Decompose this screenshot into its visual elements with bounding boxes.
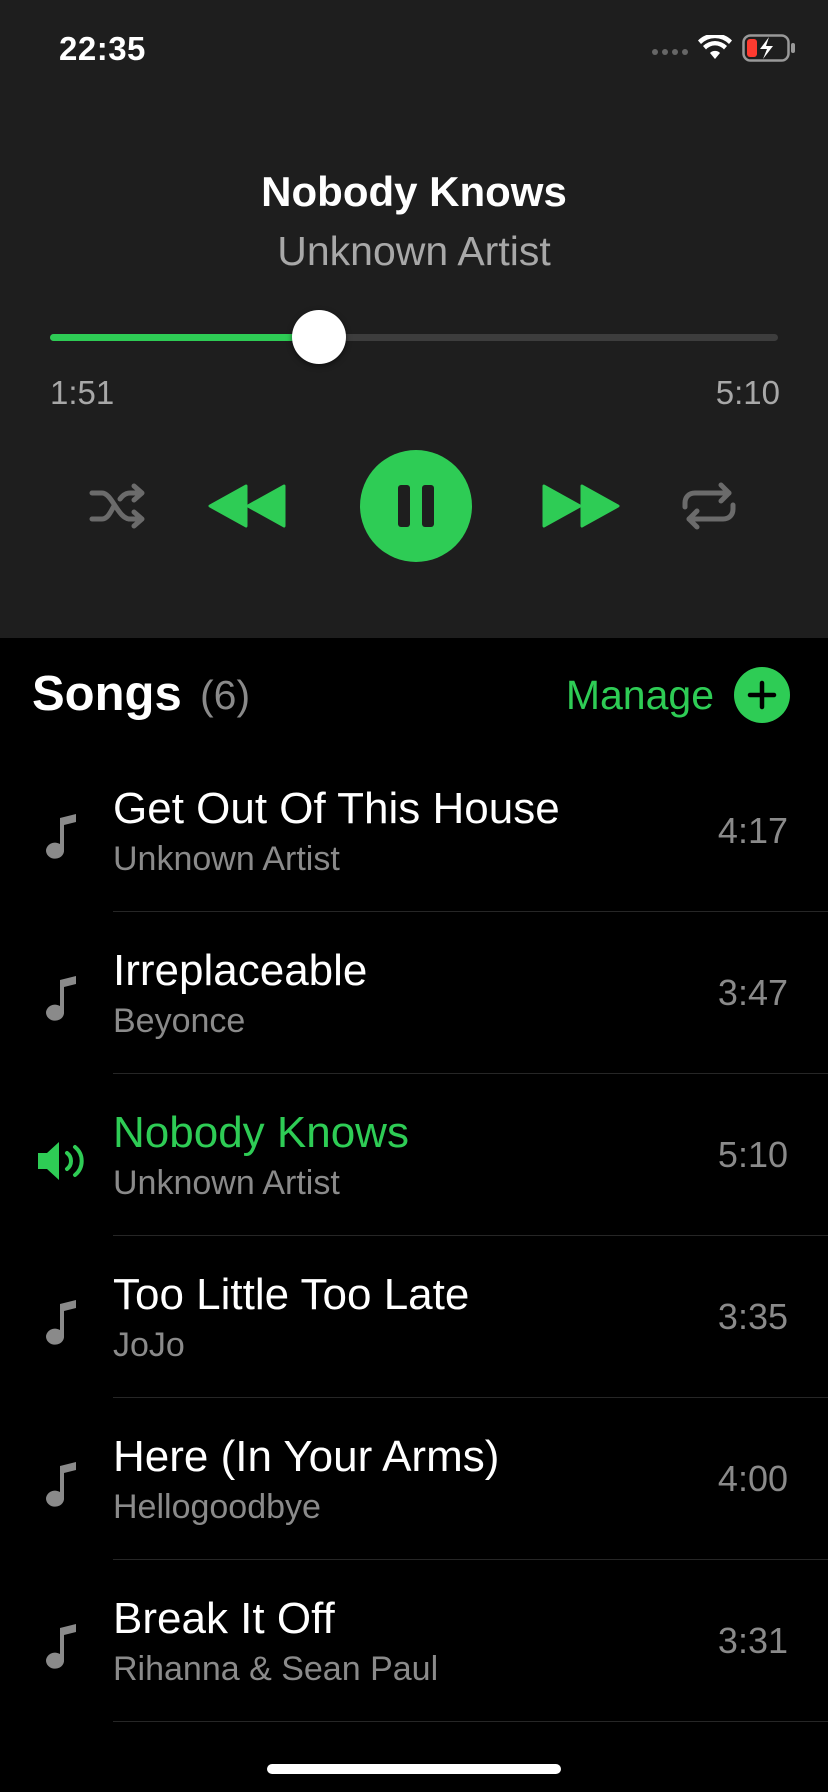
fast-forward-icon xyxy=(542,484,620,528)
song-artist: Unknown Artist xyxy=(113,840,340,878)
song-row[interactable]: Nobody Knows Unknown Artist 5:10 xyxy=(0,1074,828,1236)
song-icon xyxy=(34,970,92,1028)
rewind-icon xyxy=(208,484,286,528)
song-icon xyxy=(34,1294,92,1352)
music-note-icon xyxy=(46,814,76,859)
total-time: 5:10 xyxy=(715,374,780,411)
song-duration: 3:31 xyxy=(717,1620,788,1661)
status-icons xyxy=(652,34,796,62)
song-title: Break It Off xyxy=(113,1594,335,1643)
song-row[interactable]: Irreplaceable Beyonce 3:47 xyxy=(0,912,828,1074)
song-icon xyxy=(34,1456,92,1514)
song-duration: 5:10 xyxy=(717,1134,788,1175)
song-icon xyxy=(34,808,92,866)
song-title: Too Little Too Late xyxy=(113,1270,470,1319)
song-title: Get Out Of This House xyxy=(113,784,560,833)
music-note-icon xyxy=(46,1462,76,1507)
scrubber-knob[interactable] xyxy=(292,310,347,364)
song-icon xyxy=(34,1618,92,1676)
song-artist: JoJo xyxy=(113,1326,185,1364)
progress-fill xyxy=(50,334,320,341)
song-row[interactable]: Too Little Too Late JoJo 3:35 xyxy=(0,1236,828,1398)
now-playing-panel: 22:35 Nobody Knows Unknown Artist 1:51 5… xyxy=(0,0,828,638)
song-list: Get Out Of This House Unknown Artist 4:17 I… xyxy=(0,750,828,1722)
song-icon xyxy=(34,1132,92,1190)
playback-scrubber[interactable] xyxy=(50,310,778,364)
shuffle-button[interactable] xyxy=(86,476,152,536)
music-note-icon xyxy=(46,1624,76,1669)
song-title: Here (In Your Arms) xyxy=(113,1432,500,1481)
song-row[interactable]: Get Out Of This House Unknown Artist 4:17 xyxy=(0,750,828,912)
elapsed-time: 1:51 xyxy=(50,374,115,411)
song-duration: 3:35 xyxy=(717,1296,788,1337)
music-note-icon xyxy=(46,1300,76,1345)
pause-button[interactable] xyxy=(360,450,472,562)
speaker-icon xyxy=(38,1142,84,1180)
previous-button[interactable] xyxy=(208,476,288,536)
song-duration: 4:17 xyxy=(717,810,788,851)
song-title: Irreplaceable xyxy=(113,946,368,995)
song-row[interactable]: Break It Off Rihanna & Sean Paul 3:31 xyxy=(0,1560,828,1722)
repeat-icon xyxy=(682,482,736,530)
now-playing-artist: Unknown Artist xyxy=(277,228,551,274)
plus-icon xyxy=(747,680,777,710)
shuffle-icon xyxy=(89,483,145,529)
song-artist: Beyonce xyxy=(113,1002,246,1040)
manage-button[interactable]: Manage xyxy=(566,672,714,719)
home-indicator[interactable] xyxy=(267,1764,561,1774)
row-divider xyxy=(113,1721,828,1722)
pause-icon xyxy=(398,485,434,527)
song-duration: 3:47 xyxy=(717,972,788,1013)
repeat-button[interactable] xyxy=(676,476,742,536)
song-artist: Rihanna & Sean Paul xyxy=(113,1650,439,1688)
music-note-icon xyxy=(46,976,76,1021)
signal-dots-icon xyxy=(652,49,688,55)
song-title: Nobody Knows xyxy=(113,1108,409,1157)
song-row[interactable]: Here (In Your Arms) Hellogoodbye 4:00 xyxy=(0,1398,828,1560)
songs-count: (6) xyxy=(200,672,251,718)
status-time: 22:35 xyxy=(59,30,146,67)
song-duration: 4:00 xyxy=(717,1458,788,1499)
battery-charging-icon xyxy=(742,34,795,62)
song-artist: Unknown Artist xyxy=(113,1164,340,1202)
songs-heading: Songs xyxy=(32,667,182,721)
next-button[interactable] xyxy=(540,476,620,536)
now-playing-title: Nobody Knows xyxy=(261,168,567,215)
playback-controls xyxy=(0,450,828,562)
wifi-icon xyxy=(698,35,732,59)
song-artist: Hellogoodbye xyxy=(113,1488,321,1526)
add-song-button[interactable] xyxy=(734,667,790,723)
